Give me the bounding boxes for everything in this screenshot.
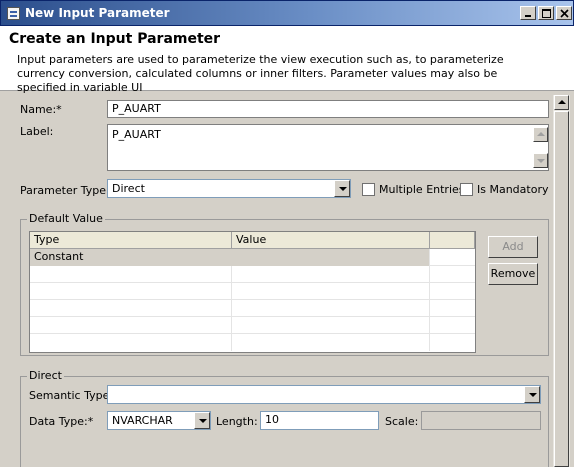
- scale-input[interactable]: [421, 411, 541, 430]
- is-mandatory-checkbox[interactable]: [460, 183, 473, 196]
- column-header-extra: [430, 232, 475, 249]
- table-cell: [232, 334, 430, 351]
- label-textarea[interactable]: P_AUART: [107, 124, 549, 171]
- add-button[interactable]: Add: [488, 236, 538, 258]
- label-label: Label:: [20, 125, 54, 138]
- data-type-select[interactable]: NVARCHAR: [107, 411, 211, 430]
- parameter-type-select[interactable]: Direct: [107, 179, 351, 198]
- table-row-empty: [30, 283, 475, 300]
- scroll-up-button[interactable]: [554, 95, 569, 110]
- window-title: New Input Parameter: [25, 6, 170, 20]
- window-title-bar[interactable]: New Input Parameter: [0, 0, 574, 26]
- table-row-empty: [30, 266, 475, 283]
- table-cell: [30, 300, 232, 317]
- app-icon: [7, 7, 20, 20]
- data-type-label: Data Type:*: [29, 415, 94, 428]
- table-cell: [30, 334, 232, 351]
- direct-group-title: Direct: [27, 369, 64, 382]
- table-row-empty: [30, 317, 475, 334]
- label-textarea-value: P_AUART: [112, 128, 161, 141]
- chevron-down-icon[interactable]: [194, 412, 210, 429]
- form-scrollbar[interactable]: [553, 95, 570, 467]
- semantic-type-select[interactable]: [107, 385, 541, 404]
- length-input[interactable]: 10: [260, 411, 379, 430]
- column-header-value[interactable]: Value: [232, 232, 430, 249]
- semantic-type-label: Semantic Type:: [29, 389, 114, 402]
- chevron-down-icon[interactable]: [334, 180, 350, 197]
- parameter-type-label: Parameter Type:: [20, 184, 110, 197]
- name-label: Name:*: [20, 103, 62, 116]
- page-title: Create an Input Parameter: [9, 31, 221, 47]
- table-cell: [30, 266, 232, 283]
- name-input[interactable]: P_AUART: [107, 100, 549, 118]
- table-cell: [30, 317, 232, 334]
- page-description: Input parameters are used to parameteriz…: [17, 53, 504, 94]
- table-cell: [232, 266, 430, 283]
- default-value-group-title: Default Value: [27, 212, 105, 225]
- dialog-header: Create an Input Parameter Input paramete…: [0, 26, 574, 94]
- is-mandatory-label: Is Mandatory: [477, 183, 549, 196]
- close-icon: [560, 9, 569, 18]
- data-type-value: NVARCHAR: [112, 414, 173, 427]
- scrollbar-thumb[interactable]: [554, 111, 569, 467]
- length-label: Length:: [216, 415, 258, 428]
- table-cell-type[interactable]: Constant: [30, 249, 430, 266]
- close-button[interactable]: [556, 6, 572, 20]
- textarea-scroll-up[interactable]: [533, 127, 548, 142]
- chevron-down-icon[interactable]: [524, 386, 540, 403]
- remove-button[interactable]: Remove: [488, 263, 538, 285]
- parameter-type-value: Direct: [112, 182, 145, 195]
- scale-label: Scale:: [385, 415, 419, 428]
- table-cell: [232, 317, 430, 334]
- table-row-empty: [30, 300, 475, 317]
- maximize-icon: [542, 9, 551, 18]
- default-value-table[interactable]: Type Value Constant: [29, 231, 476, 353]
- minimize-icon: [525, 15, 531, 17]
- table-row[interactable]: Constant: [30, 249, 475, 266]
- table-cell: [232, 283, 430, 300]
- multiple-entries-checkbox[interactable]: [362, 183, 375, 196]
- table-cell: [30, 283, 232, 300]
- maximize-button[interactable]: [538, 6, 554, 20]
- minimize-button[interactable]: [520, 6, 536, 20]
- table-cell: [232, 300, 430, 317]
- column-header-type[interactable]: Type: [30, 232, 232, 249]
- table-row-empty: [30, 334, 475, 351]
- multiple-entries-label: Multiple Entries: [379, 183, 465, 196]
- textarea-scroll-down[interactable]: [533, 153, 548, 168]
